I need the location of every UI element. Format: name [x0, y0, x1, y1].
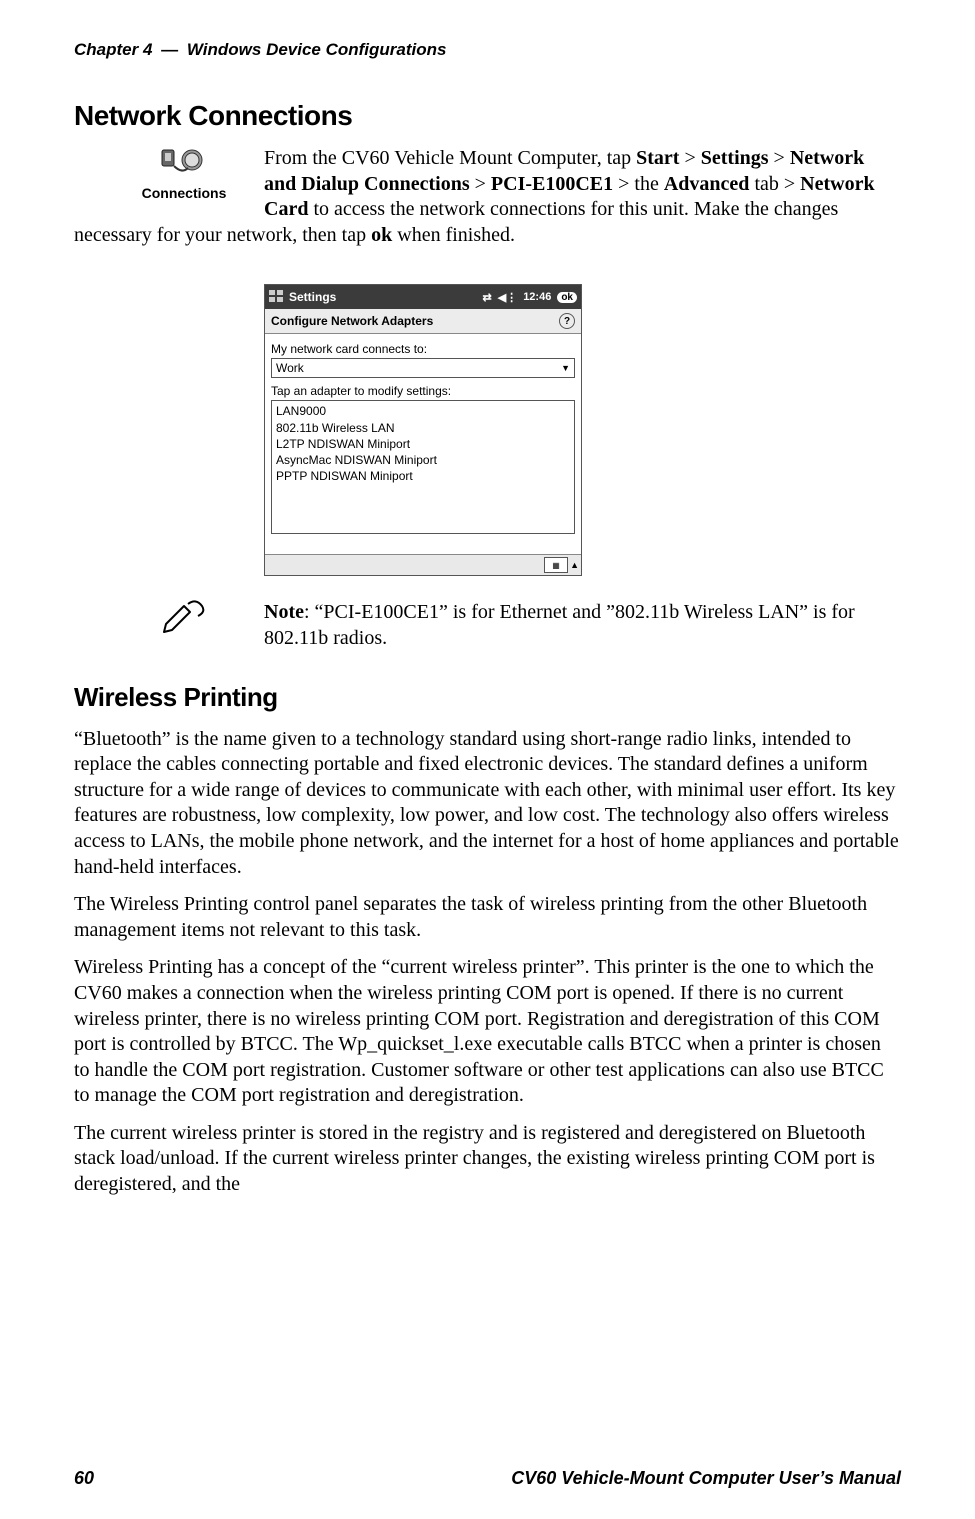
bold-pci: PCI-E100CE1	[491, 173, 613, 195]
list-item[interactable]: AsyncMac NDISWAN Miniport	[276, 452, 570, 468]
sip-up-icon[interactable]: ▲	[570, 560, 579, 570]
wm-title: Settings	[289, 290, 336, 304]
wm-body: My network card connects to: Work ▼ Tap …	[265, 334, 581, 534]
network-connections-block: Connections From the CV60 Vehicle Mount …	[74, 146, 901, 248]
windows-flag-icon	[269, 290, 285, 304]
page-number: 60	[74, 1468, 94, 1489]
page: Chapter 4 — Windows Device Configuration…	[0, 0, 975, 1519]
connections-icon-block: Connections	[104, 146, 264, 201]
txt-tab: tab >	[749, 173, 800, 195]
gt-2: >	[769, 147, 790, 169]
wm-bottombar: ▦ ▲	[265, 554, 581, 575]
clock-text: 12:46	[523, 291, 551, 303]
wm-subhead-text: Configure Network Adapters	[271, 314, 433, 328]
bold-ok: ok	[371, 224, 392, 246]
wm-combo-value: Work	[276, 361, 304, 375]
embedded-screenshot: Settings ⇄ ◀⋮ 12:46 ok Configure Network…	[264, 284, 582, 576]
wp-para-3: Wireless Printing has a concept of the “…	[74, 955, 901, 1109]
help-icon[interactable]: ?	[559, 313, 575, 329]
wm-label-tap-adapter: Tap an adapter to modify settings:	[271, 384, 575, 398]
note-text: Note: “PCI-E100CE1” is for Ethernet and …	[264, 600, 901, 651]
bold-start: Start	[636, 147, 679, 169]
running-head: Chapter 4 — Windows Device Configuration…	[74, 40, 901, 60]
chapter-title: Windows Device Configurations	[187, 40, 447, 59]
section-title-wireless-printing: Wireless Printing	[74, 682, 901, 713]
nc-text-1: From the CV60 Vehicle Mount Computer, ta…	[264, 147, 636, 169]
wm-adapter-listbox[interactable]: LAN9000 802.11b Wireless LAN L2TP NDISWA…	[271, 400, 575, 534]
list-item[interactable]: LAN9000	[276, 403, 570, 419]
wm-subhead: Configure Network Adapters ?	[265, 309, 581, 334]
txt-the: > the	[613, 173, 664, 195]
connectivity-icon: ⇄	[483, 291, 492, 304]
list-item[interactable]: L2TP NDISWAN Miniport	[276, 436, 570, 452]
bold-advanced: Advanced	[664, 173, 750, 195]
chevron-down-icon: ▼	[561, 363, 570, 373]
wp-para-1: “Bluetooth” is the name given to a techn…	[74, 727, 901, 881]
sip-keyboard-icon[interactable]: ▦	[544, 557, 568, 573]
gt-1: >	[679, 147, 700, 169]
em-dash: —	[157, 40, 182, 59]
section-title-network-connections: Network Connections	[74, 100, 901, 132]
note-icon	[104, 600, 264, 663]
chapter-label: Chapter 4	[74, 40, 152, 59]
note-label: Note	[264, 601, 304, 623]
connections-icon	[104, 146, 264, 182]
wm-label-connects-to: My network card connects to:	[271, 342, 575, 356]
list-item[interactable]: 802.11b Wireless LAN	[276, 420, 570, 436]
wp-para-2: The Wireless Printing control panel sepa…	[74, 892, 901, 943]
note-body: : “PCI-E100CE1” is for Ethernet and ”802…	[264, 601, 855, 649]
doc-title: CV60 Vehicle-Mount Computer User’s Manua…	[511, 1468, 901, 1489]
gt-3: >	[470, 173, 491, 195]
running-head-left: Chapter 4 — Windows Device Configuration…	[74, 40, 446, 60]
wp-para-4: The current wireless printer is stored i…	[74, 1121, 901, 1198]
wm-titlebar: Settings ⇄ ◀⋮ 12:46 ok	[265, 285, 581, 309]
nc-text-3: when finished.	[392, 224, 515, 246]
wm-ok-button[interactable]: ok	[557, 292, 577, 303]
connections-icon-label: Connections	[104, 185, 264, 201]
speaker-icon: ◀⋮	[498, 291, 517, 304]
wm-tray: ⇄ ◀⋮ 12:46 ok	[483, 291, 578, 304]
bold-settings: Settings	[701, 147, 769, 169]
list-item[interactable]: PPTP NDISWAN Miniport	[276, 468, 570, 484]
note-block: Note: “PCI-E100CE1” is for Ethernet and …	[74, 600, 901, 663]
wm-combo-network[interactable]: Work ▼	[271, 358, 575, 378]
footer: 60 CV60 Vehicle-Mount Computer User’s Ma…	[74, 1468, 901, 1489]
